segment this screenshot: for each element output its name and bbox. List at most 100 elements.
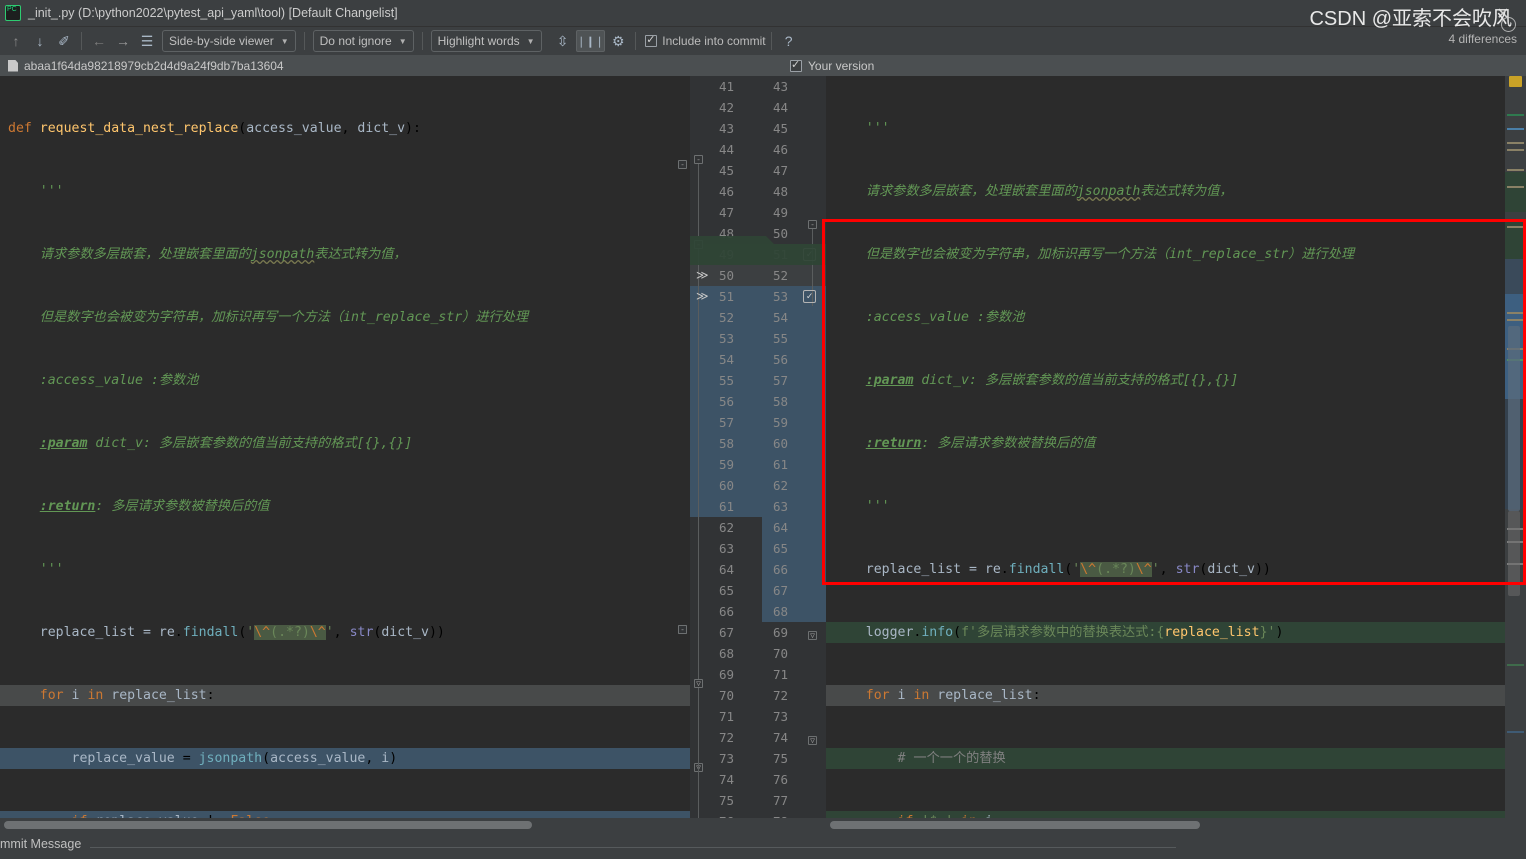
right-line-number: 50 xyxy=(772,226,788,241)
left-line-number: 60 xyxy=(718,478,734,493)
right-line-number: 64 xyxy=(772,520,788,535)
right-line-number: 63 xyxy=(772,499,788,514)
line-include-checkbox[interactable]: ✓ xyxy=(803,248,816,261)
fold-marker-icon[interactable]: - xyxy=(678,160,687,169)
right-line-number: 78 xyxy=(773,811,788,818)
scrollbar-thumb[interactable] xyxy=(1508,326,1520,511)
left-line-number: 76 xyxy=(719,811,734,818)
code-line: logger.info(f'多层请求参数中的替换表达式:{replace_lis… xyxy=(826,622,1514,643)
left-line-number: 73 xyxy=(718,751,734,766)
scrollbar-thumb[interactable] xyxy=(4,821,532,829)
left-line-number: 56 xyxy=(718,394,734,409)
code-line: :return: 多层请求参数被替换后的值 xyxy=(39,499,270,514)
right-marker-bar[interactable] xyxy=(1505,76,1526,818)
marker-warning xyxy=(1509,76,1522,87)
viewer-mode-select[interactable]: Side-by-side viewer ▼ xyxy=(162,30,296,52)
right-line-number: 77 xyxy=(772,793,788,808)
left-line-number: 67 xyxy=(718,625,734,640)
annotate-icon[interactable]: ✐ xyxy=(53,30,75,52)
right-line-number: 61 xyxy=(772,457,788,472)
left-line-number: 61 xyxy=(718,499,734,514)
gutter-row: 45 47 xyxy=(690,160,826,181)
diff-viewer-window: _init_.py (D:\python2022\pytest_api_yaml… xyxy=(0,0,1526,859)
right-code-body: ''' 请求参数多层嵌套，处理嵌套里面的jsonpath表达式转为值， 但是数字… xyxy=(826,76,1514,818)
left-line-number: 64 xyxy=(718,562,734,577)
code-line: if replace_value != False: xyxy=(0,811,690,818)
code-line: 但是数字也会被变为字符串，加标识再写一个方法（int_replace_str）进… xyxy=(39,310,529,325)
gutter-row: ≫ 50 52 xyxy=(690,265,826,286)
right-line-number: 70 xyxy=(772,646,788,661)
gutter-row: 66 68 xyxy=(690,601,826,622)
toolbar-separator-3 xyxy=(421,32,423,50)
right-editor-pane[interactable]: ''' 请求参数多层嵌套，处理嵌套里面的jsonpath表达式转为值， 但是数字… xyxy=(826,76,1514,818)
include-into-commit-checkbox[interactable]: Include into commit xyxy=(645,33,766,48)
left-line-number: 55 xyxy=(718,373,734,388)
left-horizontal-scrollbar[interactable] xyxy=(0,818,690,831)
right-line-number: 44 xyxy=(772,100,788,115)
gutter-row: 73 75 xyxy=(690,748,826,769)
chevron-down-icon: ▼ xyxy=(526,36,535,46)
left-line-number: 71 xyxy=(718,709,734,724)
marker-annotation xyxy=(1507,312,1524,314)
back-icon[interactable]: ← xyxy=(88,30,110,52)
previous-difference-icon[interactable]: ↑ xyxy=(5,30,27,52)
left-line-number: 74 xyxy=(718,772,734,787)
marker-modified-small xyxy=(1507,731,1524,733)
right-horizontal-scrollbar[interactable] xyxy=(826,818,1514,831)
toolbar-separator-5 xyxy=(770,32,772,50)
next-difference-icon[interactable]: ↓ xyxy=(29,30,51,52)
right-line-number: 65 xyxy=(772,541,788,556)
gutter-row: 72 74 xyxy=(690,727,826,748)
diff-gutter[interactable]: - - ▽ ▽ - ▽ ▽ ▽ 414342444345444645474648… xyxy=(690,76,826,818)
code-line: 但是数字也会被变为字符串，加标识再写一个方法（int_replace_str）进… xyxy=(865,247,1355,262)
left-line-number: 69 xyxy=(718,667,734,682)
left-line-number: 41 xyxy=(718,79,734,94)
csdn-watermark: CSDN @亚索不会吹风 xyxy=(1309,8,1512,30)
show-diff-lines-icon[interactable]: ☰ xyxy=(136,30,158,52)
ignore-policy-select[interactable]: Do not ignore ▼ xyxy=(312,30,414,52)
code-line: # 一个一个的替换 xyxy=(826,748,1514,769)
your-version-checkbox[interactable] xyxy=(790,58,802,72)
separator-rule xyxy=(90,847,1176,848)
right-line-number: 68 xyxy=(772,604,788,619)
right-pane-header[interactable]: Your version xyxy=(790,55,874,76)
left-line-number: 70 xyxy=(718,688,734,703)
highlight-policy-select[interactable]: Highlight words ▼ xyxy=(430,30,542,52)
collapse-unchanged-icon[interactable]: ⇳ xyxy=(552,30,574,52)
right-line-number: 53 xyxy=(772,289,788,304)
forward-icon[interactable]: → xyxy=(112,30,134,52)
accept-change-icon[interactable]: ≫ xyxy=(696,286,709,307)
left-line-number: 43 xyxy=(718,121,734,136)
gear-icon[interactable]: ⚙ xyxy=(607,30,629,52)
right-line-number: 75 xyxy=(772,751,788,766)
gutter-row: 56 58 xyxy=(690,391,826,412)
scrollbar-thumb[interactable] xyxy=(830,821,1200,829)
right-line-number: 62 xyxy=(772,478,788,493)
right-line-number: 52 xyxy=(772,268,788,283)
left-line-number: 49 xyxy=(718,247,734,262)
line-include-checkbox[interactable]: ✓ xyxy=(803,290,816,303)
help-icon[interactable]: ? xyxy=(778,30,800,52)
right-line-number: 45 xyxy=(772,121,788,136)
scrollbar-thumb-secondary[interactable] xyxy=(1508,511,1520,596)
left-line-number: 44 xyxy=(718,142,734,157)
left-code-body: def request_data_nest_replace(access_val… xyxy=(0,76,690,818)
right-line-number: 51 xyxy=(772,247,788,262)
title-bar: _init_.py (D:\python2022\pytest_api_yaml… xyxy=(0,0,1526,27)
right-line-number: 46 xyxy=(772,142,788,157)
gutter-rows: 41 43 42 44 43 45 44 46 45 47 46 48 47 49 48 50 49 51 ✓ ≫ 50… xyxy=(690,76,826,818)
left-editor-pane[interactable]: def request_data_nest_replace(access_val… xyxy=(0,76,690,818)
left-pane-header: abaa1f64da98218979cb2d4d9a24f9db7ba13604 xyxy=(0,55,284,76)
left-line-number: 51 xyxy=(718,289,734,304)
right-line-number: 71 xyxy=(772,667,788,682)
marker-band-added xyxy=(1505,219,1526,259)
code-line: 请求参数多层嵌套，处理嵌套里面的jsonpath表达式转为值， xyxy=(39,247,407,262)
fold-marker-icon[interactable]: - xyxy=(678,625,687,634)
right-line-number: 72 xyxy=(772,688,788,703)
accept-change-icon[interactable]: ≫ xyxy=(696,265,709,286)
code-line: ''' xyxy=(865,121,890,136)
synchronize-scroll-icon[interactable]: ❘❙❘ xyxy=(575,30,606,52)
gutter-row: 48 50 xyxy=(690,223,826,244)
marker-annotation xyxy=(1507,149,1524,151)
gutter-row: 60 62 xyxy=(690,475,826,496)
